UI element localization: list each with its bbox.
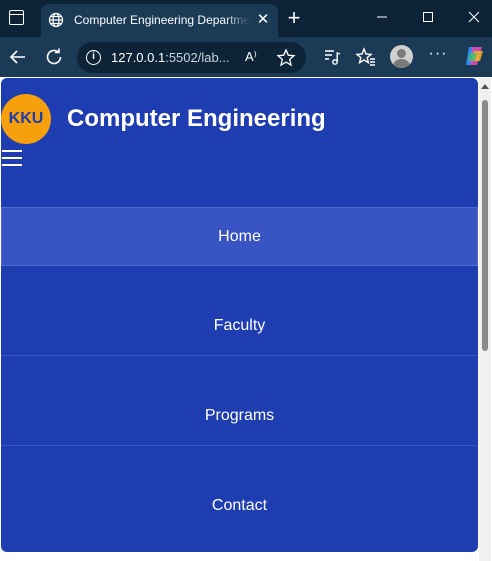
url-text[interactable]: 127.0.0.1:5502/lab...: [111, 50, 230, 65]
back-icon[interactable]: [6, 45, 30, 69]
media-icon[interactable]: [320, 45, 344, 69]
close-icon[interactable]: ✕: [253, 10, 273, 30]
more-icon[interactable]: ···: [428, 45, 448, 65]
browser-toolbar: i 127.0.0.1:5502/lab... A⁾ ···: [0, 37, 492, 77]
globe-icon: [48, 12, 64, 28]
refresh-icon[interactable]: [42, 45, 66, 69]
nav-item-programs[interactable]: Programs: [1, 356, 478, 446]
maximize-icon[interactable]: [413, 4, 443, 30]
plus-icon[interactable]: +: [283, 7, 305, 29]
nav-menu: Home Faculty Programs Contact: [1, 207, 478, 536]
site-title: Computer Engineering: [67, 105, 326, 132]
info-icon[interactable]: i: [86, 50, 101, 65]
minimize-icon[interactable]: [367, 4, 397, 30]
scroll-up-icon[interactable]: [481, 84, 489, 89]
address-bar[interactable]: i 127.0.0.1:5502/lab... A⁾: [77, 42, 306, 73]
menu-icon[interactable]: [2, 150, 22, 170]
profile-icon[interactable]: [390, 45, 413, 68]
site-header: KKU Computer Engineering Home Faculty Pr…: [1, 78, 478, 552]
page-viewport: KKU Computer Engineering Home Faculty Pr…: [0, 77, 492, 561]
nav-item-faculty[interactable]: Faculty: [1, 266, 478, 356]
close-window-icon[interactable]: [459, 4, 489, 30]
browser-tab[interactable]: Computer Engineering Department ✕: [41, 4, 278, 37]
title-bar: Computer Engineering Department ✕ +: [0, 0, 492, 37]
nav-item-home[interactable]: Home: [1, 207, 478, 266]
url-path: :5502/lab...: [165, 50, 230, 65]
logo[interactable]: KKU: [1, 94, 51, 144]
read-aloud-icon[interactable]: A⁾: [245, 49, 257, 65]
scrollbar-thumb[interactable]: [482, 100, 488, 351]
nav-item-contact[interactable]: Contact: [1, 446, 478, 536]
window-icon[interactable]: [9, 10, 24, 25]
vertical-scrollbar[interactable]: [479, 78, 491, 561]
tab-title: Computer Engineering Department: [74, 13, 250, 27]
favorites-icon[interactable]: [354, 45, 378, 69]
url-host: 127.0.0.1: [111, 50, 166, 65]
favorite-star-icon[interactable]: [276, 48, 296, 68]
copilot-icon[interactable]: [462, 44, 486, 68]
